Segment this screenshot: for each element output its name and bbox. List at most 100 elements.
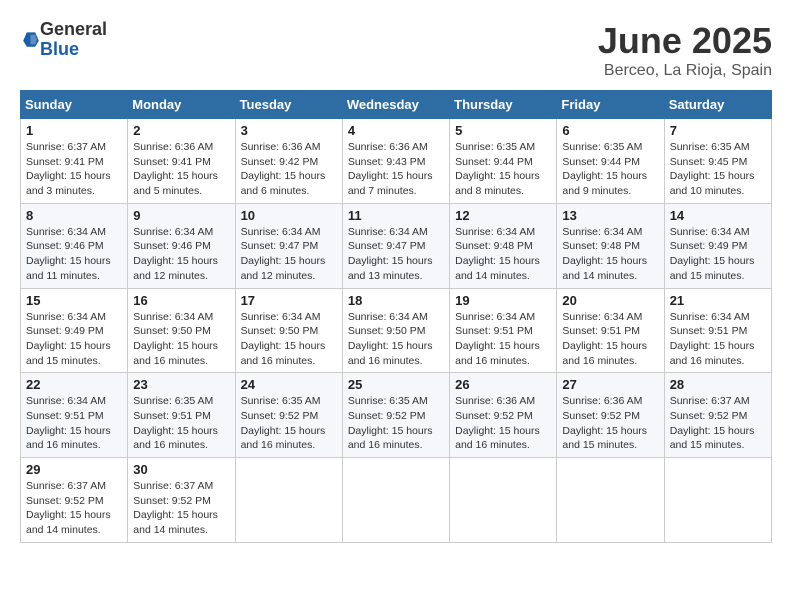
col-saturday: Saturday — [664, 91, 771, 119]
day-info: Sunrise: 6:34 AM Sunset: 9:51 PM Dayligh… — [26, 394, 122, 453]
sunrise: Sunrise: 6:36 AM — [133, 141, 213, 153]
daylight: Daylight: 15 hours and 16 minutes. — [241, 340, 326, 367]
day-info: Sunrise: 6:36 AM Sunset: 9:41 PM Dayligh… — [133, 140, 229, 199]
week-row-2: 8 Sunrise: 6:34 AM Sunset: 9:46 PM Dayli… — [21, 203, 772, 288]
day-cell — [450, 458, 557, 543]
sunrise: Sunrise: 6:34 AM — [455, 311, 535, 323]
sunrise: Sunrise: 6:36 AM — [241, 141, 321, 153]
daylight: Daylight: 15 hours and 5 minutes. — [133, 170, 218, 197]
day-info: Sunrise: 6:36 AM Sunset: 9:43 PM Dayligh… — [348, 140, 444, 199]
sunrise: Sunrise: 6:35 AM — [348, 395, 428, 407]
day-cell: 28 Sunrise: 6:37 AM Sunset: 9:52 PM Dayl… — [664, 373, 771, 458]
day-info: Sunrise: 6:34 AM Sunset: 9:51 PM Dayligh… — [562, 310, 658, 369]
day-cell: 16 Sunrise: 6:34 AM Sunset: 9:50 PM Dayl… — [128, 288, 235, 373]
sunset: Sunset: 9:45 PM — [670, 156, 748, 168]
day-cell — [342, 458, 449, 543]
sunrise: Sunrise: 6:34 AM — [670, 226, 750, 238]
daylight: Daylight: 15 hours and 12 minutes. — [133, 255, 218, 282]
day-number: 25 — [348, 377, 444, 392]
day-cell: 6 Sunrise: 6:35 AM Sunset: 9:44 PM Dayli… — [557, 119, 664, 204]
sunset: Sunset: 9:52 PM — [562, 410, 640, 422]
daylight: Daylight: 15 hours and 10 minutes. — [670, 170, 755, 197]
day-info: Sunrise: 6:34 AM Sunset: 9:50 PM Dayligh… — [133, 310, 229, 369]
day-cell: 25 Sunrise: 6:35 AM Sunset: 9:52 PM Dayl… — [342, 373, 449, 458]
sunset: Sunset: 9:42 PM — [241, 156, 319, 168]
day-cell — [235, 458, 342, 543]
sunrise: Sunrise: 6:37 AM — [26, 480, 106, 492]
day-info: Sunrise: 6:34 AM Sunset: 9:49 PM Dayligh… — [26, 310, 122, 369]
sunrise: Sunrise: 6:36 AM — [455, 395, 535, 407]
day-info: Sunrise: 6:34 AM Sunset: 9:47 PM Dayligh… — [241, 225, 337, 284]
day-cell: 10 Sunrise: 6:34 AM Sunset: 9:47 PM Dayl… — [235, 203, 342, 288]
daylight: Daylight: 15 hours and 15 minutes. — [562, 425, 647, 452]
daylight: Daylight: 15 hours and 16 minutes. — [455, 425, 540, 452]
day-cell: 22 Sunrise: 6:34 AM Sunset: 9:51 PM Dayl… — [21, 373, 128, 458]
week-row-5: 29 Sunrise: 6:37 AM Sunset: 9:52 PM Dayl… — [21, 458, 772, 543]
week-row-3: 15 Sunrise: 6:34 AM Sunset: 9:49 PM Dayl… — [21, 288, 772, 373]
sunrise: Sunrise: 6:35 AM — [241, 395, 321, 407]
daylight: Daylight: 15 hours and 16 minutes. — [133, 425, 218, 452]
day-cell: 21 Sunrise: 6:34 AM Sunset: 9:51 PM Dayl… — [664, 288, 771, 373]
day-number: 23 — [133, 377, 229, 392]
day-cell: 15 Sunrise: 6:34 AM Sunset: 9:49 PM Dayl… — [21, 288, 128, 373]
daylight: Daylight: 15 hours and 16 minutes. — [133, 340, 218, 367]
day-cell: 12 Sunrise: 6:34 AM Sunset: 9:48 PM Dayl… — [450, 203, 557, 288]
day-number: 14 — [670, 208, 766, 223]
sunset: Sunset: 9:43 PM — [348, 156, 426, 168]
sunset: Sunset: 9:50 PM — [133, 325, 211, 337]
sunrise: Sunrise: 6:34 AM — [562, 311, 642, 323]
day-info: Sunrise: 6:34 AM Sunset: 9:50 PM Dayligh… — [348, 310, 444, 369]
day-cell: 3 Sunrise: 6:36 AM Sunset: 9:42 PM Dayli… — [235, 119, 342, 204]
daylight: Daylight: 15 hours and 7 minutes. — [348, 170, 433, 197]
sunset: Sunset: 9:51 PM — [670, 325, 748, 337]
sunset: Sunset: 9:52 PM — [241, 410, 319, 422]
day-cell: 29 Sunrise: 6:37 AM Sunset: 9:52 PM Dayl… — [21, 458, 128, 543]
day-number: 22 — [26, 377, 122, 392]
logo-general: General — [40, 20, 107, 40]
logo-blue: Blue — [40, 40, 107, 60]
day-info: Sunrise: 6:37 AM Sunset: 9:52 PM Dayligh… — [670, 394, 766, 453]
sunset: Sunset: 9:49 PM — [670, 240, 748, 252]
day-cell: 17 Sunrise: 6:34 AM Sunset: 9:50 PM Dayl… — [235, 288, 342, 373]
day-number: 4 — [348, 123, 444, 138]
day-cell: 20 Sunrise: 6:34 AM Sunset: 9:51 PM Dayl… — [557, 288, 664, 373]
sunset: Sunset: 9:41 PM — [26, 156, 104, 168]
day-info: Sunrise: 6:34 AM Sunset: 9:50 PM Dayligh… — [241, 310, 337, 369]
day-number: 18 — [348, 293, 444, 308]
sunset: Sunset: 9:47 PM — [241, 240, 319, 252]
sunrise: Sunrise: 6:34 AM — [348, 311, 428, 323]
location: Berceo, La Rioja, Spain — [598, 62, 772, 80]
day-info: Sunrise: 6:34 AM Sunset: 9:47 PM Dayligh… — [348, 225, 444, 284]
sunset: Sunset: 9:51 PM — [455, 325, 533, 337]
daylight: Daylight: 15 hours and 15 minutes. — [670, 425, 755, 452]
sunrise: Sunrise: 6:35 AM — [670, 141, 750, 153]
day-number: 17 — [241, 293, 337, 308]
day-cell: 19 Sunrise: 6:34 AM Sunset: 9:51 PM Dayl… — [450, 288, 557, 373]
sunset: Sunset: 9:46 PM — [26, 240, 104, 252]
daylight: Daylight: 15 hours and 14 minutes. — [562, 255, 647, 282]
day-number: 26 — [455, 377, 551, 392]
daylight: Daylight: 15 hours and 11 minutes. — [26, 255, 111, 282]
sunrise: Sunrise: 6:34 AM — [26, 226, 106, 238]
daylight: Daylight: 15 hours and 16 minutes. — [562, 340, 647, 367]
daylight: Daylight: 15 hours and 6 minutes. — [241, 170, 326, 197]
sunset: Sunset: 9:48 PM — [562, 240, 640, 252]
day-cell: 2 Sunrise: 6:36 AM Sunset: 9:41 PM Dayli… — [128, 119, 235, 204]
daylight: Daylight: 15 hours and 16 minutes. — [670, 340, 755, 367]
day-cell: 7 Sunrise: 6:35 AM Sunset: 9:45 PM Dayli… — [664, 119, 771, 204]
sunrise: Sunrise: 6:34 AM — [562, 226, 642, 238]
sunset: Sunset: 9:44 PM — [562, 156, 640, 168]
sunrise: Sunrise: 6:37 AM — [26, 141, 106, 153]
day-number: 2 — [133, 123, 229, 138]
day-cell: 11 Sunrise: 6:34 AM Sunset: 9:47 PM Dayl… — [342, 203, 449, 288]
title-area: June 2025 Berceo, La Rioja, Spain — [598, 20, 772, 80]
daylight: Daylight: 15 hours and 13 minutes. — [348, 255, 433, 282]
day-info: Sunrise: 6:34 AM Sunset: 9:46 PM Dayligh… — [133, 225, 229, 284]
sunrise: Sunrise: 6:34 AM — [670, 311, 750, 323]
day-number: 7 — [670, 123, 766, 138]
sunset: Sunset: 9:52 PM — [26, 495, 104, 507]
sunset: Sunset: 9:52 PM — [670, 410, 748, 422]
day-number: 6 — [562, 123, 658, 138]
day-number: 16 — [133, 293, 229, 308]
daylight: Daylight: 15 hours and 16 minutes. — [26, 425, 111, 452]
